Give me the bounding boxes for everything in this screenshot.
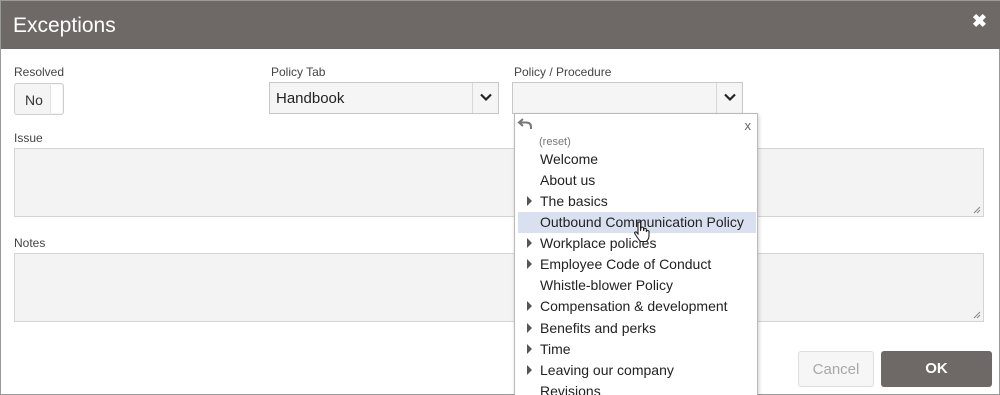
policy-procedure-select[interactable] — [512, 82, 743, 114]
list-item[interactable]: Whistle-blower Policy — [518, 275, 756, 296]
reset-option[interactable]: (reset) — [539, 136, 571, 148]
dialog-title: Exceptions — [13, 14, 116, 37]
caret-right-icon[interactable] — [527, 344, 532, 354]
dialog-titlebar: Exceptions ✖ — [1, 1, 1000, 49]
list-item[interactable]: Time — [518, 339, 756, 360]
toggle-knob — [50, 85, 62, 113]
caret-right-icon[interactable] — [527, 196, 532, 206]
exceptions-dialog: Exceptions ✖ Resolved No Policy Tab Hand… — [0, 0, 1000, 395]
policy-procedure-dropdown: x (reset) Welcome About us The basics Ou… — [514, 113, 758, 395]
caret-right-icon[interactable] — [527, 323, 532, 333]
notes-textarea[interactable] — [14, 253, 984, 322]
undo-arrow-icon[interactable] — [517, 117, 533, 136]
policy-tab-select[interactable]: Handbook — [269, 82, 499, 114]
resolved-label: Resolved — [14, 65, 65, 79]
list-item[interactable]: Revisions — [518, 381, 756, 395]
list-item[interactable]: Employee Code of Conduct — [518, 254, 756, 275]
caret-right-icon[interactable] — [527, 259, 532, 269]
resize-grip-icon[interactable] — [973, 206, 981, 214]
policy-procedure-label: Policy / Procedure — [514, 65, 612, 79]
notes-label: Notes — [14, 236, 46, 250]
ok-button[interactable]: OK — [881, 351, 992, 387]
chevron-down-icon[interactable] — [472, 83, 498, 113]
list-item[interactable]: Welcome — [518, 149, 756, 170]
list-item[interactable]: About us — [518, 170, 756, 191]
issue-label: Issue — [14, 131, 43, 145]
caret-right-icon[interactable] — [527, 238, 532, 248]
list-item[interactable]: The basics — [518, 191, 756, 212]
issue-textarea[interactable] — [14, 148, 984, 217]
resize-grip-icon[interactable] — [973, 311, 981, 319]
list-item[interactable]: Leaving our company — [518, 360, 756, 381]
resolved-toggle-value: No — [25, 92, 43, 108]
caret-right-icon[interactable] — [527, 301, 532, 311]
caret-right-icon[interactable] — [527, 365, 532, 375]
hand-cursor-icon — [633, 221, 650, 243]
list-item[interactable]: Compensation & development — [518, 296, 756, 317]
policy-tab-value: Handbook — [276, 90, 345, 107]
policy-tab-label: Policy Tab — [271, 65, 326, 79]
cancel-button[interactable]: Cancel — [798, 351, 874, 387]
chevron-down-icon[interactable] — [716, 83, 742, 113]
dropdown-close-icon[interactable]: x — [745, 118, 752, 133]
list-item[interactable]: Benefits and perks — [518, 318, 756, 339]
resolved-toggle[interactable]: No — [14, 83, 64, 115]
close-icon[interactable]: ✖ — [972, 11, 987, 32]
